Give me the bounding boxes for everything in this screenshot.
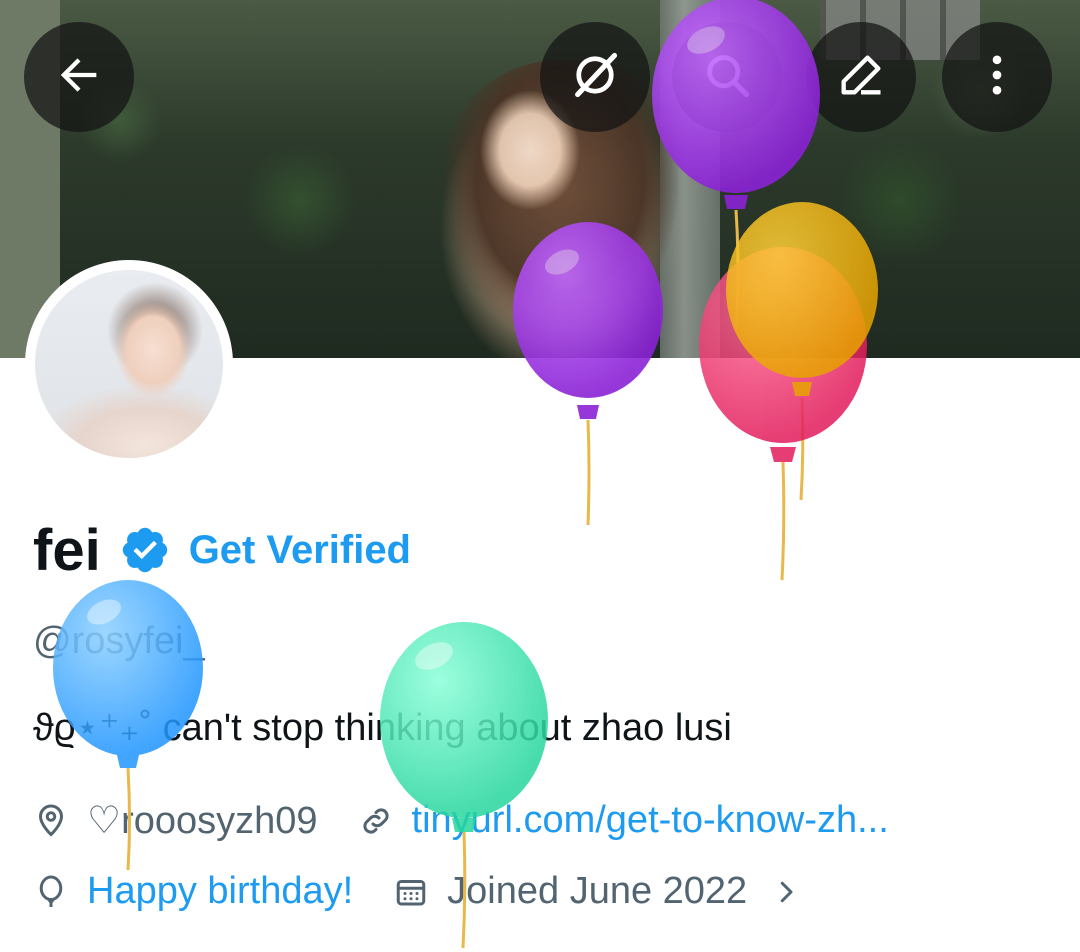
meta-row-location-website: ♡rooosyzh09 tinyurl.com/get-to-know-zh..…	[33, 798, 889, 843]
verified-badge-icon[interactable]	[119, 524, 171, 576]
avatar[interactable]	[25, 260, 233, 468]
bio: ϑϱ⋆⁺₊˚ can't stop thinking about zhao lu…	[33, 707, 732, 749]
location-text: ♡rooosyzh09	[87, 800, 318, 842]
pencil-icon	[835, 49, 887, 106]
birthday-text: Happy birthday!	[87, 870, 354, 912]
chevron-right-icon[interactable]	[771, 877, 801, 907]
avatar-image	[35, 270, 223, 458]
display-name: fei	[33, 517, 101, 583]
location-pin-icon	[33, 803, 69, 839]
user-handle: @rosyfei_	[33, 620, 205, 662]
joined-text: Joined June 2022	[447, 870, 748, 912]
search-icon	[701, 49, 753, 106]
get-verified-link[interactable]: Get Verified	[189, 528, 411, 573]
meta-row-birthday-joined: Happy birthday! Joined June 2022	[33, 870, 801, 913]
back-button[interactable]	[24, 22, 134, 132]
slash-circle-icon	[569, 49, 621, 106]
website-link[interactable]: tinyurl.com/get-to-know-zh...	[412, 799, 889, 842]
name-row: fei Get Verified	[33, 515, 411, 585]
arrow-left-icon	[53, 49, 105, 106]
calendar-icon	[393, 874, 429, 910]
edit-button[interactable]	[806, 22, 916, 132]
balloon-icon	[33, 874, 69, 910]
grok-button[interactable]	[540, 22, 650, 132]
link-icon	[358, 803, 394, 839]
more-button[interactable]	[942, 22, 1052, 132]
search-button[interactable]	[672, 22, 782, 132]
vertical-dots-icon	[971, 49, 1023, 106]
